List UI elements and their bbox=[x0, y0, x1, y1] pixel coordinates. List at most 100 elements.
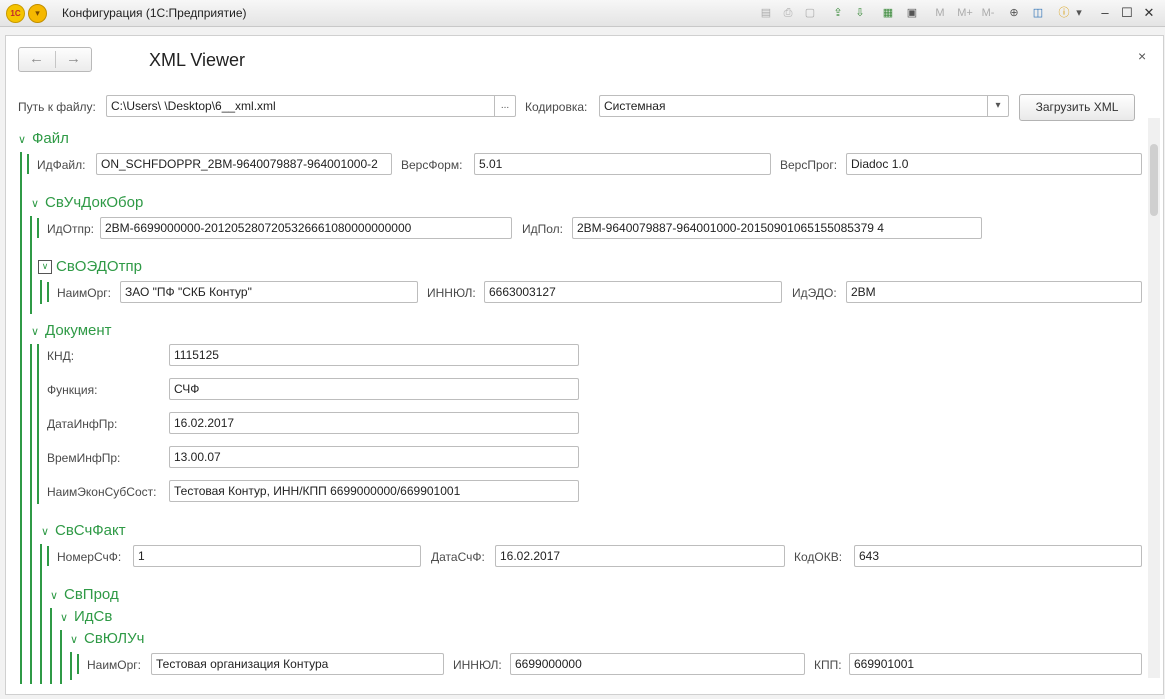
field-label: НаимОрг: bbox=[87, 658, 142, 672]
path-value: C:\Users\ \Desktop\6__xml.xml bbox=[111, 99, 276, 113]
chevron-down-icon[interactable]: ∨ bbox=[60, 611, 74, 624]
field-value[interactable]: ON_SCHFDOPPR_2BM-9640079887-964001000-2 bbox=[96, 153, 392, 175]
info-dropdown-icon[interactable]: ▾ bbox=[1074, 5, 1084, 21]
path-input[interactable]: C:\Users\ \Desktop\6__xml.xml ... bbox=[106, 95, 516, 117]
group-svschfakt-title: СвСчФакт bbox=[55, 522, 126, 539]
field-label: КПП: bbox=[814, 658, 842, 672]
tree-line-svoedo-fields bbox=[47, 282, 49, 302]
chevron-down-icon[interactable]: ▾ bbox=[987, 96, 1008, 116]
calendar-icon[interactable]: ▣ bbox=[904, 5, 920, 21]
group-svyulu[interactable]: ∨ СвЮЛУч bbox=[70, 630, 144, 647]
field-value[interactable]: 13.00.07 bbox=[169, 446, 579, 468]
field-value[interactable]: Тестовая Контур, ИНН/КПП 6699000000/6699… bbox=[169, 480, 579, 502]
field-value[interactable]: 1 bbox=[133, 545, 421, 567]
field-value[interactable]: ЗАО "ПФ "СКБ Контур" bbox=[120, 281, 418, 303]
field-value[interactable]: 669901001 bbox=[849, 653, 1142, 675]
tree-line-svuch-fields bbox=[37, 218, 39, 238]
field-value[interactable]: 6663003127 bbox=[484, 281, 782, 303]
chevron-down-icon[interactable]: ∨ bbox=[38, 260, 52, 275]
chevron-down-icon[interactable]: ∨ bbox=[18, 133, 32, 146]
tree-line-level1 bbox=[20, 152, 22, 684]
group-svschfakt[interactable]: ∨ СвСчФакт bbox=[41, 522, 126, 539]
chevron-down-icon[interactable]: ∨ bbox=[31, 197, 45, 210]
field-label: ВерсФорм: bbox=[401, 158, 463, 172]
tree-line-svyulu-fields bbox=[77, 654, 79, 674]
field-value[interactable]: Diadoc 1.0 bbox=[846, 153, 1142, 175]
field-value[interactable]: 2BM-6699000000-2012052807205326661080000… bbox=[100, 217, 512, 239]
group-svprod[interactable]: ∨ СвПрод bbox=[50, 586, 119, 603]
close-form-icon[interactable]: × bbox=[1138, 48, 1146, 64]
minimize-icon[interactable]: – bbox=[1095, 3, 1115, 23]
group-fayl-title: Файл bbox=[32, 130, 69, 147]
field-value[interactable]: 1115125 bbox=[169, 344, 579, 366]
browse-button[interactable]: ... bbox=[494, 96, 515, 116]
group-fayl[interactable]: ∨ Файл bbox=[18, 130, 69, 147]
field-value[interactable]: 2BM-9640079887-964001000-201509010651550… bbox=[572, 217, 982, 239]
xml-viewer-form: ← → XML Viewer × Путь к файлу: C:\Users\… bbox=[5, 35, 1164, 695]
group-svprod-title: СвПрод bbox=[64, 586, 119, 603]
info-icon[interactable]: ⓘ bbox=[1056, 5, 1072, 21]
chevron-down-icon[interactable]: ∨ bbox=[70, 633, 84, 646]
field-value[interactable]: 16.02.2017 bbox=[169, 412, 579, 434]
field-label: НомерСчФ: bbox=[57, 550, 122, 564]
memory-plus-button[interactable]: M+ bbox=[954, 5, 976, 21]
import-icon[interactable]: ⇩ bbox=[852, 5, 868, 21]
field-label: ИННЮЛ: bbox=[427, 286, 476, 300]
tree-line-fayl bbox=[27, 154, 29, 174]
encoding-select[interactable]: Системная ▾ bbox=[599, 95, 1009, 117]
field-label: ИдОтпр: bbox=[47, 222, 94, 236]
field-value[interactable]: 16.02.2017 bbox=[495, 545, 785, 567]
tree-line-svschfakt bbox=[40, 544, 42, 684]
group-dokument[interactable]: ∨ Документ bbox=[31, 322, 112, 339]
encoding-value: Системная bbox=[604, 99, 666, 113]
field-label: ДатаИнфПр: bbox=[47, 417, 118, 431]
save-icon[interactable]: ▤ bbox=[758, 5, 774, 21]
vertical-scrollbar[interactable] bbox=[1148, 118, 1160, 678]
scrollbar-thumb[interactable] bbox=[1150, 144, 1158, 216]
tree-line-idsv bbox=[60, 630, 62, 684]
memory-m-button[interactable]: M bbox=[932, 5, 948, 21]
panel-layout-icon[interactable]: ◫ bbox=[1030, 5, 1046, 21]
group-svuchdokobor[interactable]: ∨ СвУчДокОбор bbox=[31, 194, 143, 211]
field-value[interactable]: 5.01 bbox=[474, 153, 771, 175]
tree-line-svyulu bbox=[70, 652, 72, 680]
field-label: ВремИнфПр: bbox=[47, 451, 121, 465]
form-title: XML Viewer bbox=[149, 50, 246, 70]
field-label: НаимЭконСубСост: bbox=[47, 485, 157, 499]
app-logo-icon: 1С bbox=[6, 4, 25, 23]
field-value[interactable]: 643 bbox=[854, 545, 1142, 567]
group-svuchdokobor-title: СвУчДокОбор bbox=[45, 194, 144, 211]
chevron-down-icon[interactable]: ∨ bbox=[31, 325, 45, 338]
main-menu-button[interactable]: ▾ bbox=[28, 4, 47, 23]
zoom-icon[interactable]: ⊕ bbox=[1006, 5, 1022, 21]
field-label: НаимОрг: bbox=[57, 286, 112, 300]
memory-minus-button[interactable]: M- bbox=[978, 5, 998, 21]
group-svyulu-title: СвЮЛУч bbox=[84, 630, 145, 647]
calculator-icon[interactable]: ▦ bbox=[880, 5, 896, 21]
group-svoedootpr[interactable]: ∨ СвОЭДОтпр bbox=[38, 258, 142, 275]
field-label: ВерсПрог: bbox=[780, 158, 838, 172]
back-arrow-icon[interactable]: ← bbox=[19, 48, 54, 71]
field-label: ИдПол: bbox=[522, 222, 563, 236]
maximize-icon[interactable]: ☐ bbox=[1117, 3, 1137, 23]
field-value[interactable]: 6699000000 bbox=[510, 653, 805, 675]
field-label: ИдФайл: bbox=[37, 158, 86, 172]
field-label: ИННЮЛ: bbox=[453, 658, 502, 672]
field-value[interactable]: 2BM bbox=[846, 281, 1142, 303]
field-label: ДатаСчФ: bbox=[431, 550, 485, 564]
print-icon[interactable]: ⎙ bbox=[780, 5, 796, 21]
close-window-icon[interactable]: ✕ bbox=[1139, 3, 1159, 23]
field-label: КодОКВ: bbox=[794, 550, 843, 564]
tree-line-svschfakt-fields bbox=[47, 546, 49, 566]
tree-line-svuch bbox=[30, 216, 32, 314]
preview-icon[interactable]: ▢ bbox=[802, 5, 818, 21]
field-value[interactable]: Тестовая организация Контура bbox=[151, 653, 444, 675]
forward-arrow-icon[interactable]: → bbox=[56, 48, 91, 71]
window-title: Конфигурация (1С:Предприятие) bbox=[62, 6, 247, 20]
chevron-down-icon[interactable]: ∨ bbox=[41, 525, 55, 538]
load-xml-button[interactable]: Загрузить XML bbox=[1019, 94, 1135, 121]
export-icon[interactable]: ⇪ bbox=[830, 5, 846, 21]
group-idsv[interactable]: ∨ ИдСв bbox=[60, 608, 112, 625]
field-value[interactable]: СЧФ bbox=[169, 378, 579, 400]
chevron-down-icon[interactable]: ∨ bbox=[50, 589, 64, 602]
